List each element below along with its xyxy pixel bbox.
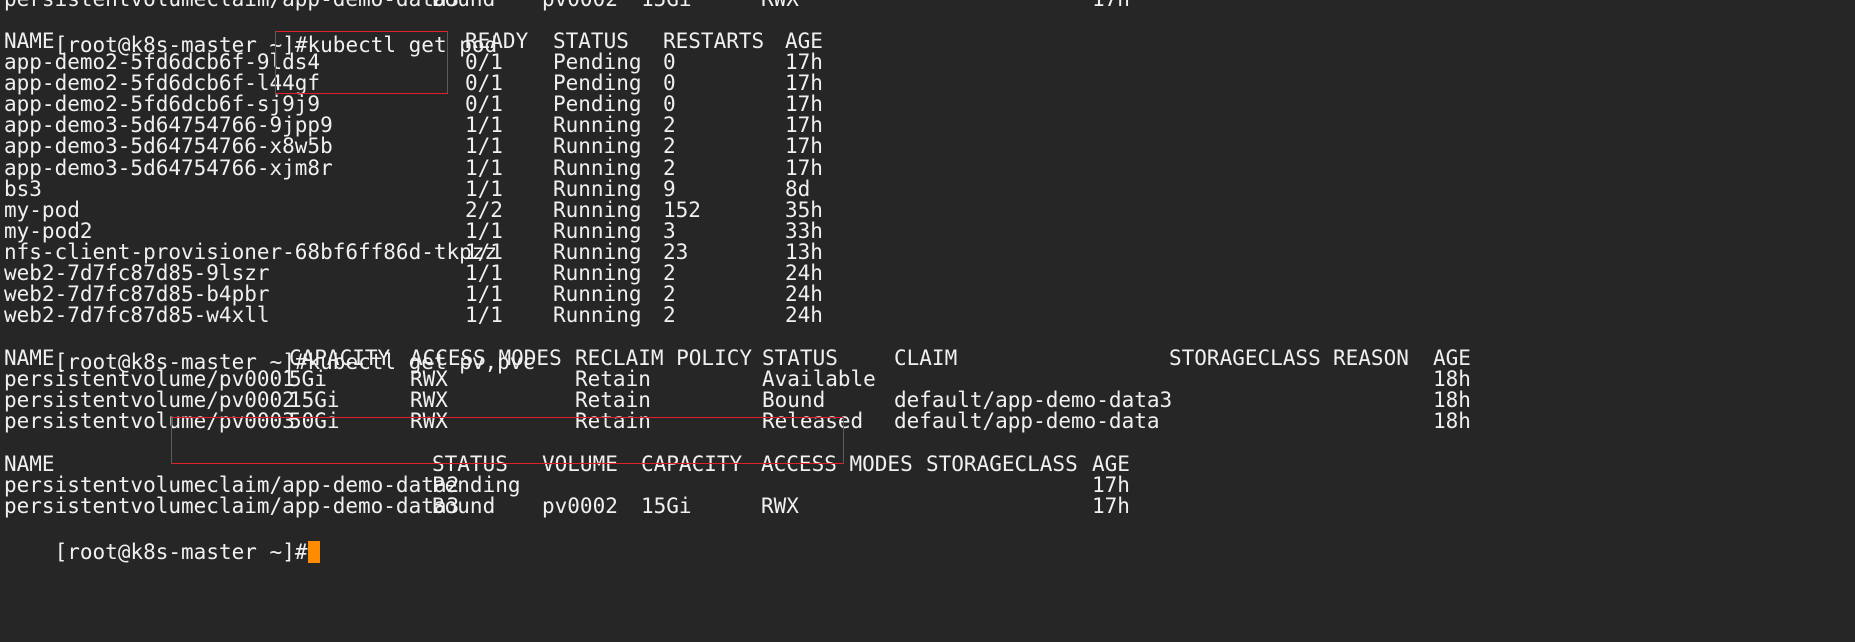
pv-age: 18h <box>1433 409 1471 434</box>
header-storageclass: STORAGECLASS <box>926 452 1078 476</box>
pvc-status: Bound <box>432 494 496 519</box>
prompt-path: ~ <box>256 540 283 564</box>
pvc-capacity: 15Gi <box>641 494 692 519</box>
pod-age: 24h <box>785 303 823 328</box>
header-storageclass: STORAGECLASS <box>1169 346 1321 370</box>
pvc-age: 17h <box>1092 494 1130 519</box>
pvc-access-modes: RWX <box>761 0 799 12</box>
prompt-host: k8s-master <box>130 540 257 564</box>
header-reason: REASON <box>1333 346 1409 370</box>
header-restarts: RESTARTS <box>663 29 765 53</box>
command-line: [root@k8s-master ~]#kubectl get pod <box>4 8 498 57</box>
pod-restarts: 2 <box>663 303 676 328</box>
pvc-access-modes: RWX <box>761 494 799 519</box>
pod-status: Running <box>553 303 642 328</box>
pod-name: app-demo3-5d64754766-xjm8r <box>4 155 333 180</box>
pvc-capacity: 15Gi <box>641 0 692 12</box>
command-line-active[interactable]: [root@k8s-master ~]# <box>4 515 320 564</box>
pvc-volume: pv0002 <box>542 494 618 519</box>
prompt-close-bracket: ] <box>282 540 295 564</box>
annotation-box-pv <box>171 417 844 464</box>
prompt-open-bracket: [ <box>54 540 68 564</box>
pvc-volume: pv0002 <box>542 0 618 12</box>
annotation-box-pods <box>275 31 448 94</box>
text-cursor[interactable] <box>307 541 320 563</box>
prompt-user: root <box>67 540 118 564</box>
pvc-age: 17h <box>1092 0 1130 12</box>
terminal-window[interactable]: persistentvolumeclaim/app-demo-data3 Bou… <box>0 0 1855 642</box>
prompt-at: @ <box>117 540 131 564</box>
prompt-symbol: # <box>294 540 308 564</box>
pv-claim: default/app-demo-data <box>894 409 1160 434</box>
header-claim: CLAIM <box>894 346 958 370</box>
